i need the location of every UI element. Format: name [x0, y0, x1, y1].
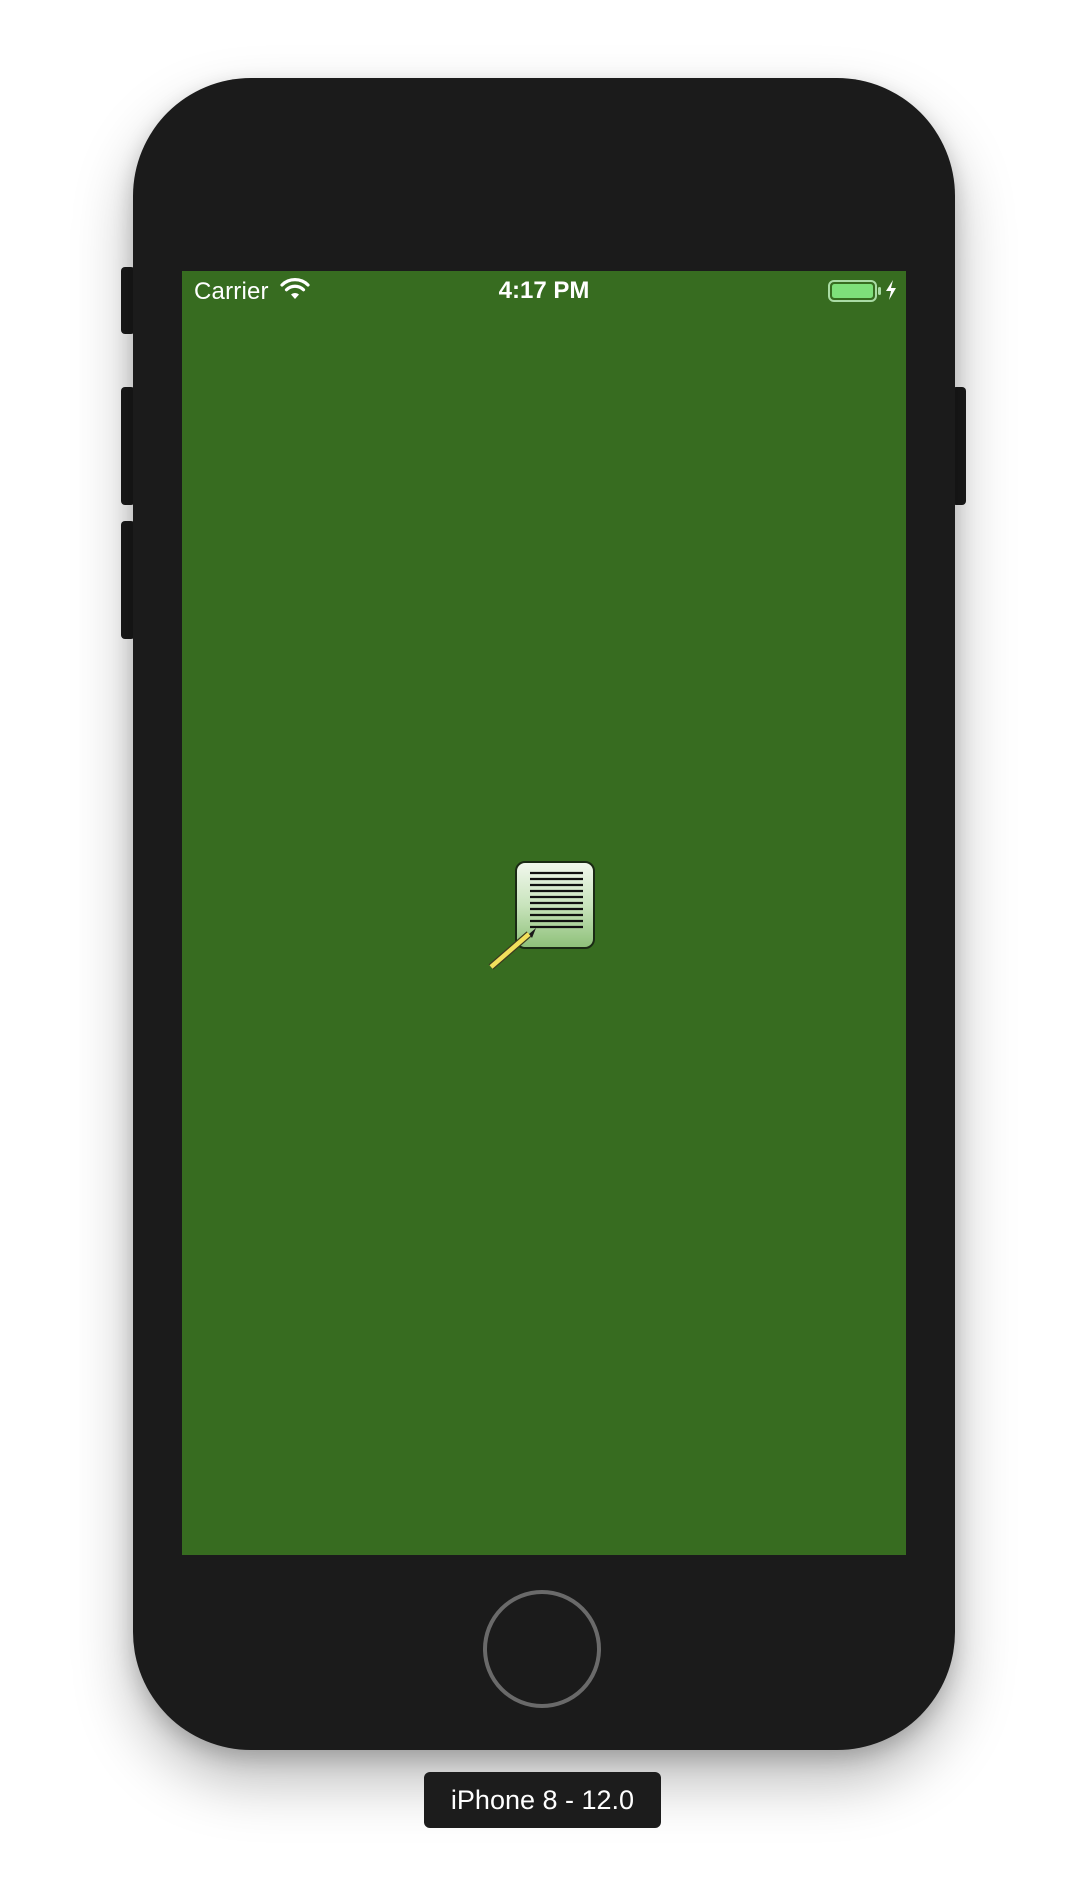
device-screen[interactable]: Carrier 4:17 PM: [182, 271, 906, 1555]
notes-document-pencil-icon[interactable]: [488, 858, 600, 970]
charging-bolt-icon: [886, 280, 896, 300]
battery-icon: [828, 280, 881, 302]
status-time: 4:17 PM: [498, 277, 590, 304]
status-bar: Carrier 4:17 PM: [182, 271, 906, 311]
home-button[interactable]: [483, 1590, 601, 1708]
simulator-stage: Carrier 4:17 PM iPhone 8 - 12.0: [0, 0, 1088, 1900]
device-name-label: iPhone 8 - 12.0: [424, 1772, 661, 1828]
